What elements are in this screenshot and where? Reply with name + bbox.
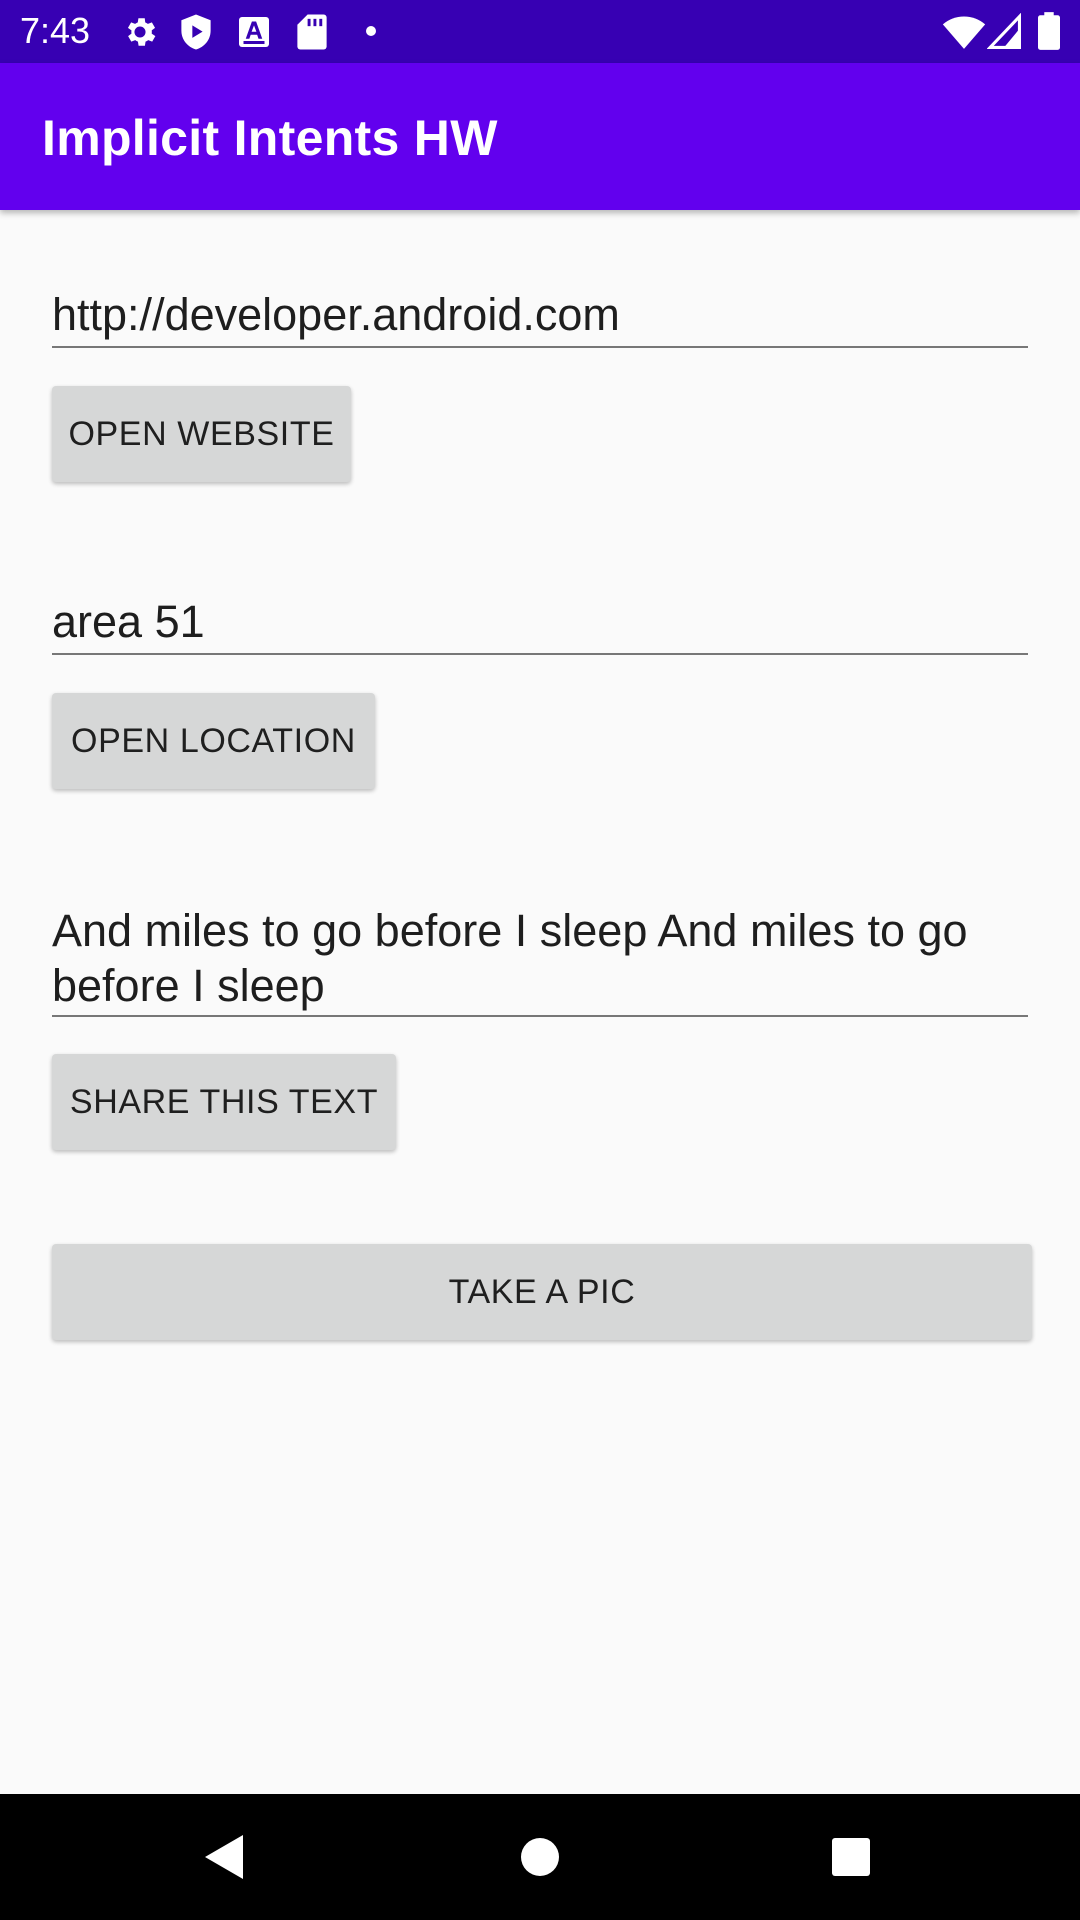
shield-play-icon <box>178 13 214 56</box>
navigation-bar <box>0 1794 1080 1920</box>
website-url-field[interactable] <box>52 284 1028 348</box>
location-field[interactable] <box>52 591 1028 655</box>
recents-icon <box>832 1838 870 1876</box>
app-bar: Implicit Intents HW <box>0 63 1080 210</box>
settings-gear-icon <box>121 13 159 56</box>
home-icon <box>521 1838 559 1876</box>
dot-icon <box>364 24 378 43</box>
open-website-button[interactable]: OPEN WEBSITE <box>52 386 351 482</box>
back-icon <box>205 1835 243 1879</box>
cell-signal-icon <box>986 12 1021 56</box>
battery-icon <box>1038 12 1060 55</box>
take-pic-button[interactable]: TAKE A PIC <box>52 1244 1032 1340</box>
share-text-field[interactable]: And miles to go before I sleep And miles… <box>52 903 1028 1017</box>
wifi-icon <box>942 13 986 56</box>
share-text-button[interactable]: SHARE THIS TEXT <box>52 1054 396 1150</box>
recents-button[interactable] <box>781 1794 921 1920</box>
font-a-icon <box>236 13 272 56</box>
home-button[interactable] <box>470 1794 610 1920</box>
status-time: 7:43 <box>20 10 91 51</box>
back-button[interactable] <box>155 1794 295 1920</box>
open-location-button[interactable]: OPEN LOCATION <box>52 693 375 789</box>
status-bar: 7:43 <box>0 0 1080 63</box>
app-title: Implicit Intents HW <box>42 110 498 166</box>
sd-card-icon <box>295 13 329 56</box>
